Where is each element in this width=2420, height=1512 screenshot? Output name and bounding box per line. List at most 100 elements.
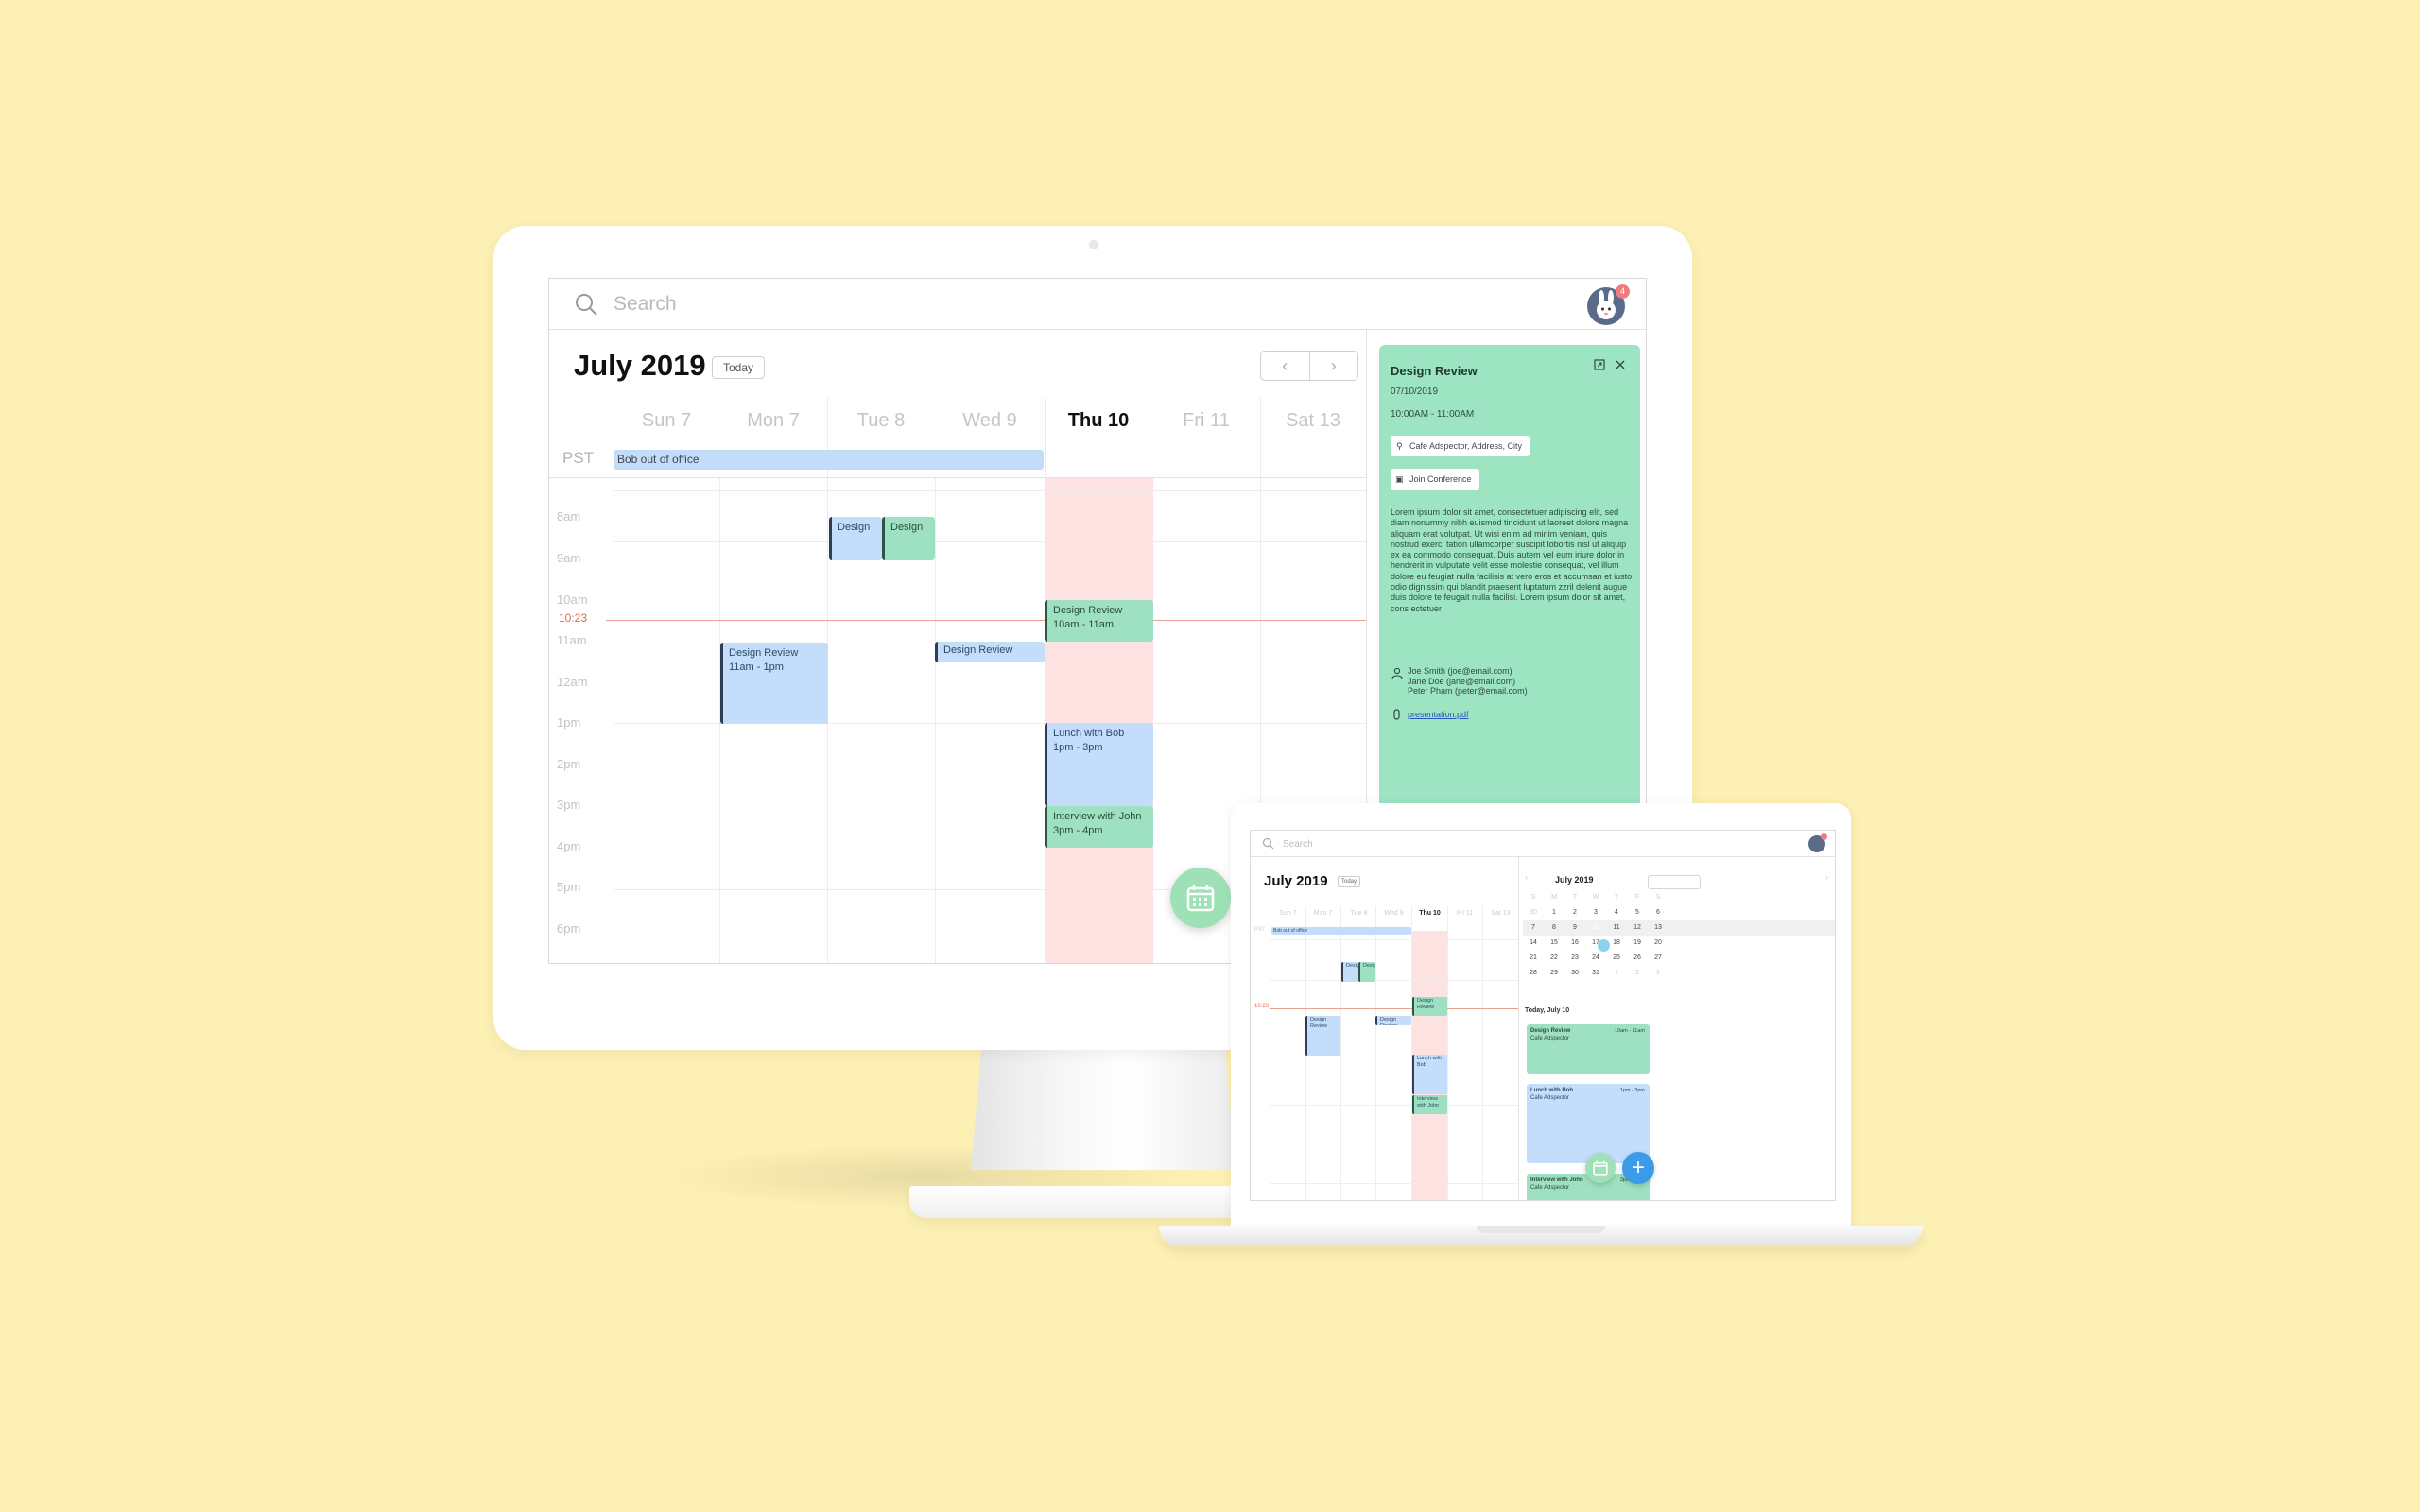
day-header[interactable]: Fri 11 [1447, 910, 1482, 917]
next-week-button[interactable]: › [1310, 352, 1358, 380]
current-time-label: 10:23 [559, 611, 588, 625]
prev-week-button[interactable]: ‹ [1261, 352, 1310, 380]
day-header[interactable]: Wed 9 [1376, 910, 1411, 917]
agenda-card[interactable]: Lunch with Bob 1pm - 3pm Cafe Adspector [1527, 1084, 1650, 1163]
mini-day[interactable]: 23 [1564, 951, 1585, 966]
laptop-notch [1477, 1226, 1605, 1233]
event-design-review[interactable]: Design Review [1375, 1016, 1411, 1025]
chevron-left-icon[interactable]: ‹ [1525, 872, 1528, 882]
close-icon[interactable] [1614, 358, 1627, 371]
mini-day[interactable]: 26 [1627, 951, 1648, 966]
add-event-button[interactable]: + [1622, 1152, 1654, 1184]
day-header[interactable]: Fri 11 [1152, 398, 1260, 443]
mini-day[interactable]: 22 [1544, 951, 1564, 966]
all-day-event[interactable]: Bob out of office [614, 450, 1044, 470]
all-day-event[interactable]: Bob out of office [1271, 927, 1411, 935]
mini-day[interactable]: 24 [1585, 951, 1606, 966]
agenda-card[interactable]: Design Review 10am - 11am Cafe Adspector [1527, 1024, 1650, 1074]
day-header[interactable]: Mon 7 [719, 398, 827, 443]
join-conference-button[interactable]: ▣ Join Conference [1391, 469, 1479, 490]
mini-day[interactable]: 8 [1544, 920, 1564, 936]
day-header[interactable]: Sat 13 [1483, 910, 1518, 917]
event-design-review[interactable]: Design Review [935, 642, 1045, 662]
attachment-link[interactable]: presentation.pdf [1408, 710, 1469, 719]
mini-day[interactable]: 6 [1648, 905, 1668, 920]
event-design-review[interactable]: Design Review [1412, 997, 1447, 1016]
mini-day[interactable]: 13 [1648, 920, 1668, 936]
date-nav[interactable] [1648, 875, 1701, 889]
search-input[interactable]: Search [614, 293, 677, 316]
mini-day[interactable]: 3 [1648, 966, 1668, 981]
mini-day[interactable]: 3 [1585, 905, 1606, 920]
current-time-line [1270, 1008, 1518, 1009]
event-design[interactable]: Design [1358, 962, 1375, 982]
event-interview[interactable]: Interview with John 3pm - 4pm [1045, 806, 1153, 848]
mini-day[interactable]: 27 [1648, 951, 1668, 966]
event-title: Design [838, 522, 871, 533]
mini-weekday: M [1551, 894, 1557, 901]
calendar-fab[interactable] [1170, 868, 1231, 928]
mini-day[interactable]: 5 [1627, 905, 1648, 920]
event-design[interactable]: Design [829, 517, 882, 560]
mini-day[interactable]: 9 [1564, 920, 1585, 936]
mini-week-row: 30 1 2 3 4 5 6 [1523, 905, 1835, 920]
event-interview[interactable]: Interview with John [1412, 1095, 1447, 1114]
mini-weekday: S [1655, 894, 1661, 901]
search-bar[interactable]: Search [549, 279, 1646, 330]
mini-weekday-row: SMTWTFS [1523, 890, 1835, 905]
hour-label: 12am [557, 675, 588, 689]
day-header-today[interactable]: Thu 10 [1412, 910, 1447, 917]
mini-day[interactable]: 14 [1523, 936, 1544, 951]
mini-day[interactable]: 7 [1523, 920, 1544, 936]
mini-day[interactable]: 11 [1606, 920, 1627, 936]
day-header[interactable]: Mon 7 [1305, 910, 1340, 917]
expand-icon[interactable] [1593, 358, 1606, 371]
chevron-right-icon[interactable]: › [1825, 872, 1828, 882]
mini-day[interactable]: 30 [1564, 966, 1585, 981]
mini-day[interactable]: 18 [1606, 936, 1627, 951]
mini-day[interactable]: 19 [1627, 936, 1648, 951]
day-header[interactable]: Sun 7 [614, 398, 719, 443]
mini-day[interactable]: 20 [1648, 936, 1668, 951]
mini-day[interactable]: 16 [1564, 936, 1585, 951]
mini-day[interactable]: 25 [1606, 951, 1627, 966]
day-header[interactable]: Tue 8 [827, 398, 935, 443]
mini-day[interactable]: 1 [1544, 905, 1564, 920]
location-chip[interactable]: ⚲ Cafe Adspector, Address, City [1391, 436, 1530, 456]
day-header-today[interactable]: Thu 10 [1045, 398, 1152, 443]
mini-day[interactable]: 12 [1627, 920, 1648, 936]
mini-day[interactable]: 4 [1606, 905, 1627, 920]
event-design[interactable]: Design [882, 517, 935, 560]
event-lunch[interactable]: Lunch with Bob [1412, 1055, 1447, 1094]
today-button[interactable]: Today [712, 356, 765, 379]
mini-day[interactable]: 2 [1627, 966, 1648, 981]
search-bar[interactable] [1251, 831, 1835, 857]
mini-day[interactable]: 30 [1523, 905, 1544, 920]
mini-day[interactable]: 31 [1585, 966, 1606, 981]
day-header[interactable]: Sun 7 [1270, 910, 1305, 917]
search-input[interactable]: Search [1283, 839, 1313, 850]
mini-day[interactable]: 1 [1606, 966, 1627, 981]
people-icon [1392, 667, 1403, 679]
mini-day[interactable]: 21 [1523, 951, 1544, 966]
mini-day[interactable]: 28 [1523, 966, 1544, 981]
day-header[interactable]: Sat 13 [1260, 398, 1366, 443]
event-lunch[interactable]: Lunch with Bob 1pm - 3pm [1045, 723, 1153, 806]
day-header[interactable]: Wed 9 [935, 398, 1045, 443]
today-button[interactable]: Today [1338, 876, 1360, 887]
chevron-left-icon: ‹ [1282, 355, 1288, 375]
mini-day[interactable]: 15 [1544, 936, 1564, 951]
mini-day[interactable]: 2 [1564, 905, 1585, 920]
event-design-review[interactable]: Design Review [1305, 1016, 1340, 1056]
event-design[interactable]: Design [1341, 962, 1358, 982]
event-design-review[interactable]: Design Review 11am - 1pm [720, 643, 828, 724]
mini-day-selected[interactable]: 10 [1585, 920, 1606, 936]
header-divider [549, 477, 1366, 478]
event-design-review[interactable]: Design Review 10am - 11am [1045, 600, 1153, 642]
mini-day[interactable]: 17 [1585, 936, 1606, 951]
mini-day[interactable]: 29 [1544, 966, 1564, 981]
day-header[interactable]: Tue 8 [1341, 910, 1376, 917]
grid-col-line [1375, 906, 1376, 1200]
calendar-fab[interactable] [1585, 1153, 1616, 1183]
mini-weekday: W [1592, 894, 1599, 901]
